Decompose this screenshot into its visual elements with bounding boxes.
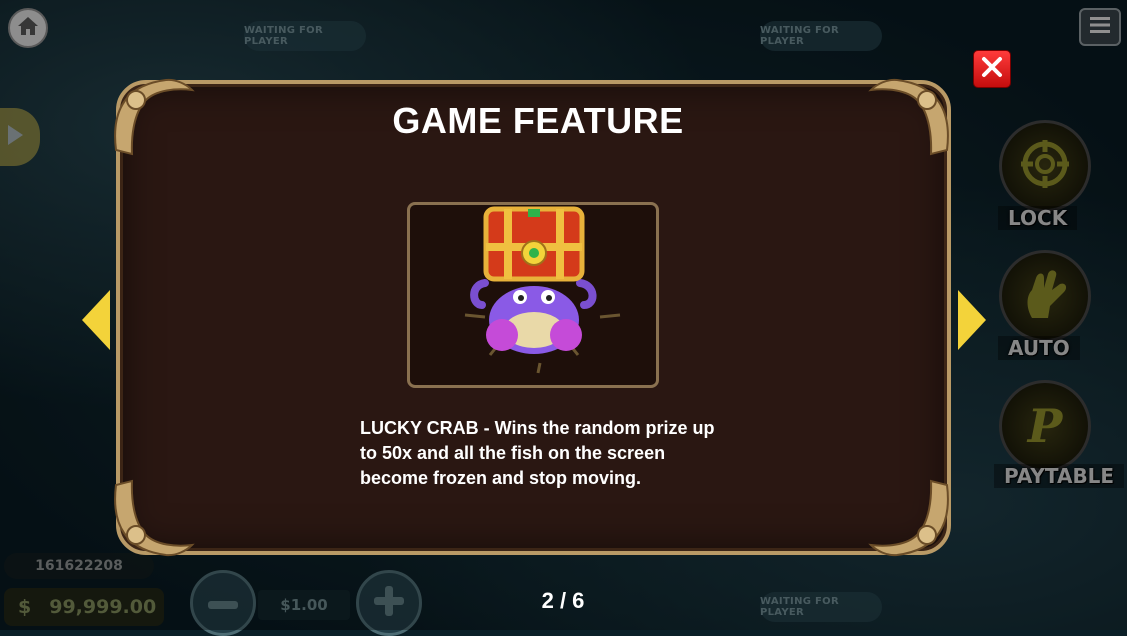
ornament-bottom-right <box>868 479 949 557</box>
ornament-bottom-left <box>114 479 195 557</box>
next-arrow-icon <box>958 290 986 350</box>
ornament-top-right <box>868 78 949 156</box>
feature-description: LUCKY CRAB - Wins the random prize up to… <box>360 418 715 488</box>
close-icon <box>981 56 1003 82</box>
feature-image-frame <box>407 202 659 388</box>
ornament-top-left <box>114 78 195 156</box>
prev-arrow-icon <box>82 290 110 350</box>
lucky-crab-icon <box>464 206 621 374</box>
close-button[interactable] <box>973 50 1011 88</box>
page-indicator: 2 / 6 <box>541 588 585 613</box>
modal-title: GAME FEATURE <box>392 100 684 141</box>
